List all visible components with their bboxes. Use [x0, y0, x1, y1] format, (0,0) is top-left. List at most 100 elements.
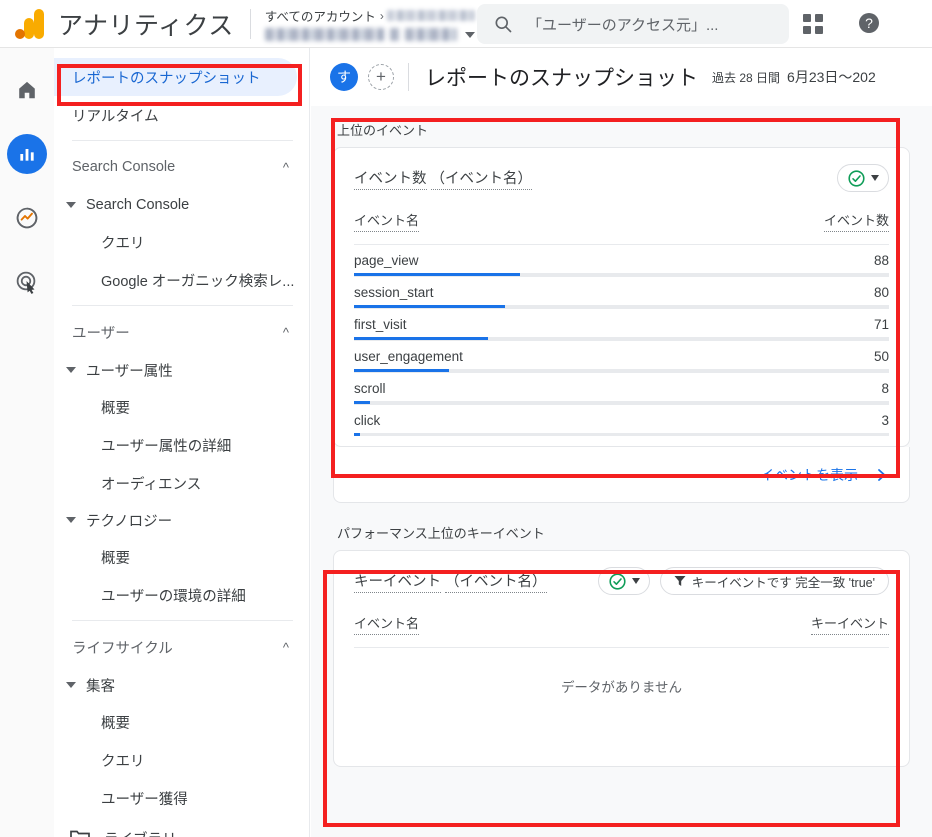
caret-down-icon — [66, 367, 76, 373]
breadcrumb-root[interactable]: すべてのアカウント — [265, 6, 376, 25]
metric-badge-dropdown[interactable] — [837, 164, 889, 192]
caret-down-icon[interactable] — [631, 578, 640, 584]
metric-primary-label[interactable]: イベント数 — [354, 167, 427, 190]
sidebar-nav: レポートのスナップショット リアルタイム Search Console ^ Se… — [54, 48, 310, 837]
sidebar-item-user-acquisition[interactable]: ユーザー獲得 — [54, 779, 309, 817]
caret-down-icon — [66, 202, 76, 208]
rail-item-advertising[interactable] — [7, 262, 47, 302]
card-title: パフォーマンス上位のキーイベント — [337, 526, 545, 541]
sidebar-item-realtime[interactable]: リアルタイム — [54, 96, 297, 134]
table-column-headers: イベント名 キーイベント — [354, 613, 889, 638]
date-preset-label: 過去 28 日間 — [712, 71, 781, 85]
sidebar-item-reports-snapshot[interactable]: レポートのスナップショット — [54, 58, 297, 96]
table-row[interactable]: page_view 88 — [354, 244, 889, 276]
sidebar-section-search-console[interactable]: Search Console ^ — [54, 147, 309, 187]
check-circle-icon — [609, 572, 626, 590]
table-row[interactable]: session_start 80 — [354, 276, 889, 308]
sidebar-item-demographics-overview[interactable]: 概要 — [54, 388, 309, 426]
event-name: first_visit — [354, 316, 407, 332]
cards-container: 上位のイベント イベント数 （イベント名） イベント名 イベント数 page_v… — [311, 106, 932, 767]
sidebar-group-search-console[interactable]: Search Console — [54, 187, 309, 223]
property-selector-row[interactable] — [264, 28, 475, 41]
column-header-metric[interactable]: イベント数 — [823, 210, 889, 232]
sidebar-item-label: ユーザーの環境の詳細 — [101, 588, 246, 605]
header-divider — [249, 8, 251, 39]
sidebar-item-tech-overview[interactable]: 概要 — [54, 538, 309, 576]
event-name: page_view — [354, 252, 419, 268]
sidebar-item-google-organic[interactable]: Google オーガニック検索レ... — [54, 261, 309, 299]
sidebar-group-acquisition[interactable]: 集客 — [54, 667, 309, 703]
breadcrumb-separator: › — [379, 8, 384, 23]
apps-grid-icon[interactable] — [803, 14, 823, 34]
search-input[interactable]: 「ユーザーのアクセス元」... — [477, 4, 789, 44]
add-user-button[interactable]: + — [368, 64, 394, 90]
date-range-selector[interactable]: 過去 28 日間 6月23日〜202 — [712, 67, 876, 87]
account-selector[interactable]: すべてのアカウント › — [264, 6, 475, 41]
account-name-redacted — [386, 10, 475, 21]
icon-rail — [0, 48, 54, 837]
filter-funnel-icon — [674, 576, 686, 586]
metric-selector-row: イベント数 （イベント名） — [354, 164, 889, 192]
column-header-metric[interactable]: キーイベント — [810, 613, 889, 635]
help-circle-icon[interactable]: ? — [857, 11, 881, 35]
card-footer: イベントを表示 — [333, 447, 910, 503]
column-header-dimension[interactable]: イベント名 — [354, 613, 420, 635]
event-count: 71 — [873, 316, 889, 332]
property-id-redacted — [404, 28, 457, 41]
sidebar-item-label: リアルタイム — [72, 108, 159, 125]
caret-down-icon[interactable] — [871, 175, 879, 181]
page-title: レポートのスナップショット — [425, 67, 698, 90]
table-row[interactable]: scroll 8 — [354, 372, 889, 404]
sidebar-item-acquisition-queries[interactable]: クエリ — [54, 741, 309, 779]
card-key-events: パフォーマンス上位のキーイベント キーイベント （イベント名） キーイベントです… — [321, 503, 922, 767]
chevron-up-icon[interactable]: ^ — [283, 325, 289, 340]
view-events-link[interactable]: イベントを表示 — [760, 465, 887, 485]
sidebar-group-demographics[interactable]: ユーザー属性 — [54, 352, 309, 388]
sidebar-section-user[interactable]: ユーザー ^ — [54, 312, 309, 352]
chevron-up-icon[interactable]: ^ — [283, 640, 289, 655]
table-row[interactable]: click 3 — [354, 404, 889, 436]
sidebar-section-lifecycle[interactable]: ライフサイクル ^ — [54, 627, 309, 667]
metric-secondary-label[interactable]: （イベント名） — [445, 570, 547, 593]
caret-down-icon — [66, 682, 76, 688]
event-name: scroll — [354, 380, 386, 396]
sidebar-item-label: ユーザー獲得 — [101, 791, 188, 808]
rail-item-explore[interactable] — [7, 198, 47, 238]
top-header: アナリティクス すべてのアカウント › 「ユーザーのアクセス元」... ? — [0, 0, 932, 48]
sidebar-item-demographics-details[interactable]: ユーザー属性の詳細 — [54, 426, 309, 464]
chevron-up-icon[interactable]: ^ — [283, 160, 289, 175]
sidebar-item-queries[interactable]: クエリ — [54, 223, 309, 261]
rail-item-reports[interactable] — [7, 134, 47, 174]
filter-chip[interactable]: キーイベントです 完全一致 'true' — [659, 567, 889, 595]
table-row[interactable]: user_engagement 50 — [354, 340, 889, 372]
search-icon — [495, 16, 512, 33]
sidebar-item-library[interactable]: ライブラリ — [54, 817, 309, 837]
metric-badge-dropdown[interactable] — [597, 567, 650, 595]
sidebar-item-audiences[interactable]: オーディエンス — [54, 464, 309, 502]
sidebar-item-acquisition-overview[interactable]: 概要 — [54, 703, 309, 741]
sidebar-item-tech-details[interactable]: ユーザーの環境の詳細 — [54, 576, 309, 614]
rail-item-home[interactable] — [7, 70, 47, 110]
folder-icon — [70, 830, 90, 837]
column-header-dimension[interactable]: イベント名 — [354, 210, 420, 232]
bar-chart-icon — [20, 149, 34, 161]
avatar[interactable]: す — [330, 63, 358, 91]
chevron-down-icon[interactable] — [464, 31, 475, 38]
sidebar-item-label: レポートのスナップショット — [72, 70, 261, 87]
check-circle-icon — [848, 169, 865, 187]
sidebar-section-label: Search Console — [72, 159, 176, 175]
event-count: 3 — [881, 412, 889, 428]
card-panel: キーイベント （イベント名） キーイベントです 完全一致 'true' イベント… — [333, 550, 910, 767]
sidebar-group-label: ユーザー属性 — [86, 363, 173, 380]
metric-primary-label[interactable]: キーイベント — [354, 570, 441, 593]
metric-secondary-label[interactable]: （イベント名） — [430, 167, 532, 190]
date-range-label: 6月23日〜202 — [787, 69, 876, 85]
sidebar-group-label: テクノロジー — [86, 513, 173, 530]
bar-fill — [354, 433, 360, 436]
table-row[interactable]: first_visit 71 — [354, 308, 889, 340]
event-name: session_start — [354, 284, 434, 300]
advertising-target-icon — [16, 271, 36, 294]
sidebar-group-tech[interactable]: テクノロジー — [54, 502, 309, 538]
breadcrumb[interactable]: すべてのアカウント › — [265, 6, 475, 25]
sidebar-divider — [72, 620, 293, 621]
